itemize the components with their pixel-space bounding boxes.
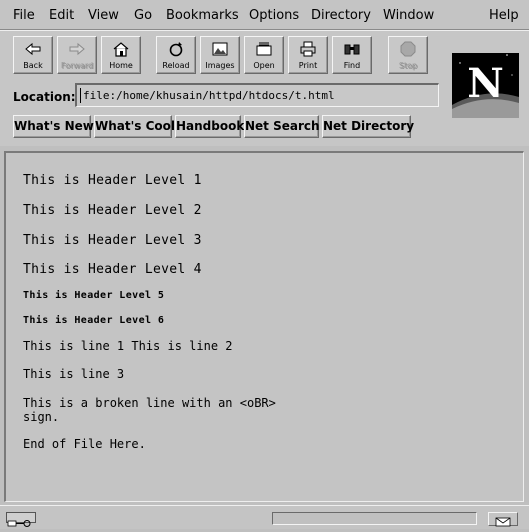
- netscape-logo-icon: N: [452, 53, 519, 118]
- page-content: This is Header Level 1 This is Header Le…: [4, 151, 524, 502]
- menu-go[interactable]: Go: [134, 8, 152, 23]
- header-level-1: This is Header Level 1: [23, 173, 202, 188]
- header-level-5: This is Header Level 5: [23, 290, 165, 301]
- forward-arrow-icon: [69, 42, 85, 56]
- menu-bar: File Edit View Go Bookmarks Options Dire…: [0, 0, 529, 30]
- header-level-3: This is Header Level 3: [23, 233, 202, 248]
- location-label: Location:: [13, 90, 76, 104]
- whats-new-button[interactable]: What's New: [13, 115, 94, 138]
- line-3: This is line 3: [23, 367, 125, 381]
- stop-label: Stop: [398, 61, 418, 70]
- menu-window[interactable]: Window: [383, 8, 434, 23]
- handbook-button[interactable]: Handbook: [175, 115, 244, 138]
- images-icon: [212, 42, 228, 56]
- security-key-icon[interactable]: [6, 512, 36, 527]
- net-search-button[interactable]: Net Search: [244, 115, 320, 138]
- find-icon: [344, 44, 360, 55]
- location-input[interactable]: file:/home/khusain/httpd/htdocs/t.html: [75, 83, 439, 107]
- home-button[interactable]: Home: [101, 36, 141, 74]
- images-button[interactable]: Images: [200, 36, 240, 74]
- images-label: Images: [205, 61, 235, 70]
- find-label: Find: [343, 61, 361, 70]
- open-label: Open: [253, 61, 275, 70]
- header-level-6: This is Header Level 6: [23, 315, 165, 326]
- header-level-2: This is Header Level 2: [23, 203, 202, 218]
- end-of-file-line: End of File Here.: [23, 437, 146, 451]
- back-button[interactable]: Back: [13, 36, 53, 74]
- header-level-4: This is Header Level 4: [23, 262, 202, 277]
- menu-bookmarks[interactable]: Bookmarks: [166, 8, 239, 23]
- line-1-2: This is line 1 This is line 2: [23, 339, 233, 353]
- back-label: Back: [23, 61, 43, 70]
- net-directory-button[interactable]: Net Directory: [322, 115, 414, 138]
- reload-button[interactable]: Reload: [156, 36, 196, 74]
- forward-button[interactable]: Forward: [57, 36, 97, 74]
- whats-cool-button[interactable]: What's Cool: [94, 115, 175, 138]
- print-label: Print: [298, 61, 318, 70]
- open-button[interactable]: Open: [244, 36, 284, 74]
- home-label: Home: [109, 61, 133, 70]
- open-icon: [256, 42, 272, 56]
- menu-edit[interactable]: Edit: [49, 8, 74, 23]
- broken-line-part-2: sign.: [23, 410, 60, 424]
- progress-bar: [272, 512, 477, 525]
- print-icon: [300, 41, 316, 57]
- stop-button[interactable]: Stop: [388, 36, 428, 74]
- svg-text:N: N: [467, 60, 504, 107]
- print-button[interactable]: Print: [288, 36, 328, 74]
- menu-help[interactable]: Help: [489, 8, 519, 23]
- forward-label: Forward: [60, 61, 94, 70]
- location-value: file:/home/khusain/httpd/htdocs/t.html: [83, 89, 335, 102]
- broken-line-part-1: This is a broken line with an <oBR>: [23, 396, 276, 410]
- menu-directory[interactable]: Directory: [311, 8, 371, 23]
- back-arrow-icon: [25, 42, 41, 56]
- netscape-logo: N: [452, 53, 519, 118]
- menu-file[interactable]: File: [13, 8, 35, 23]
- status-bar: [0, 505, 529, 529]
- mail-icon[interactable]: [488, 512, 518, 527]
- stop-icon: [400, 41, 416, 57]
- menu-options[interactable]: Options: [249, 8, 299, 23]
- reload-icon: [169, 42, 183, 57]
- text-caret: [80, 88, 81, 103]
- reload-label: Reload: [162, 61, 190, 70]
- home-icon: [113, 42, 129, 57]
- menu-view[interactable]: View: [88, 8, 119, 23]
- find-button[interactable]: Find: [332, 36, 372, 74]
